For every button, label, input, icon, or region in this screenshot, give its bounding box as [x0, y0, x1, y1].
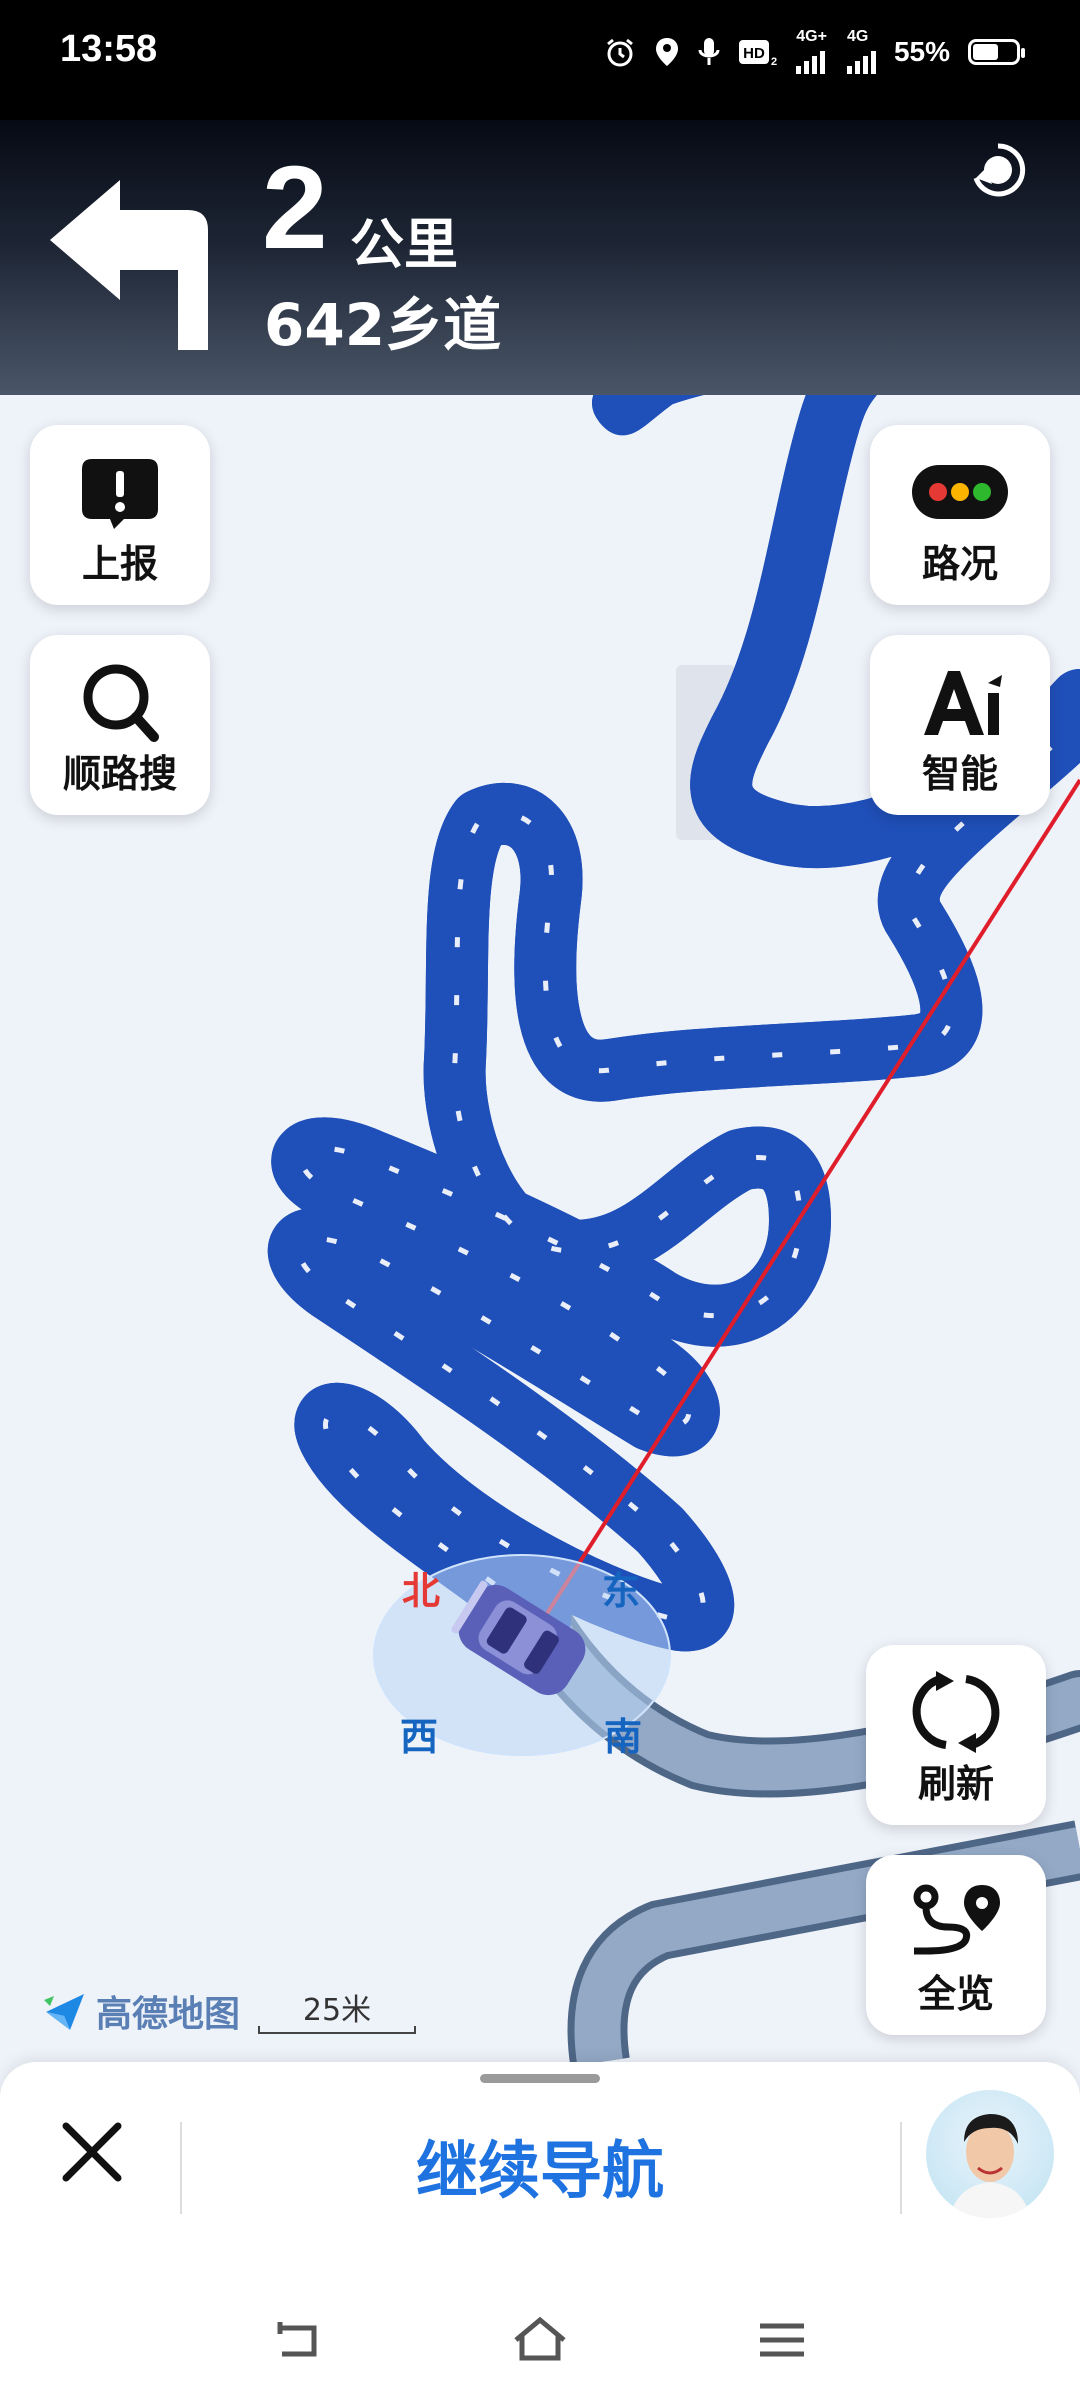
refresh-label: 刷新	[917, 1762, 994, 1806]
traffic-button[interactable]: 路况	[870, 425, 1050, 605]
network-type-1: 4G+	[796, 28, 827, 45]
amap-logo-text: 高德地图	[96, 1994, 241, 2035]
turn-left-icon	[50, 180, 208, 350]
ai-icon	[924, 671, 1002, 735]
status-bar: 13:58 HD 2 4G+ 4G 55%	[0, 0, 1080, 120]
report-button[interactable]: 上报	[30, 425, 210, 605]
home-icon[interactable]	[510, 2310, 570, 2370]
bottom-panel: 继续导航	[0, 2062, 1080, 2400]
navigation-header[interactable]: 2 公里 642乡道	[0, 120, 1080, 395]
compass-west: 西	[400, 1715, 439, 1759]
signal-bars-1-icon	[796, 44, 829, 74]
voice-broadcast-icon[interactable]	[968, 138, 1028, 198]
amap-logo: 高德地图	[42, 1985, 240, 2037]
refresh-icon	[912, 1671, 1000, 1753]
divider-left	[180, 2122, 182, 2214]
route-overview-button[interactable]: 全览	[866, 1855, 1046, 2035]
search-icon	[83, 664, 159, 742]
signal-2: 4G	[846, 28, 876, 74]
compass-north: 北	[402, 1569, 441, 1613]
search-along-route-button[interactable]: 顺路搜	[30, 635, 210, 815]
signal-1: 4G+	[796, 28, 829, 74]
alarm-icon	[607, 38, 634, 67]
signal-bars-2-icon	[846, 44, 876, 74]
traffic-light-icon	[912, 465, 1008, 519]
svg-text:2: 2	[771, 56, 777, 67]
distance-value: 2	[262, 142, 328, 274]
distance-unit: 公里	[350, 213, 458, 276]
status-icons: HD 2 4G+ 4G 55%	[604, 28, 1025, 74]
continue-navigation-button[interactable]: 继续导航	[300, 2120, 780, 2210]
network-type-2: 4G	[846, 28, 869, 45]
ai-button[interactable]: 智能	[870, 635, 1050, 815]
back-icon[interactable]	[268, 2310, 328, 2370]
report-label: 上报	[81, 542, 158, 586]
amap-logo-icon	[44, 1994, 84, 2030]
search-along-route-label: 顺路搜	[62, 752, 177, 796]
battery-icon	[968, 39, 1025, 65]
hd-icon: HD 2	[739, 40, 777, 67]
status-time: 13:58	[60, 28, 158, 70]
road-name: 642乡道	[264, 291, 502, 359]
drag-handle[interactable]	[480, 2074, 600, 2083]
location-icon	[656, 38, 679, 66]
route-overview-icon	[913, 1884, 1000, 1955]
avatar-portrait-icon	[950, 2114, 1030, 2218]
menu-icon[interactable]	[752, 2310, 812, 2370]
route-overview-label: 全览	[917, 1972, 994, 2016]
compass-south: 南	[604, 1715, 643, 1759]
refresh-button[interactable]: 刷新	[866, 1645, 1046, 1825]
ai-label: 智能	[921, 752, 998, 796]
traffic-label: 路况	[921, 542, 998, 586]
microphone-icon	[698, 38, 720, 65]
map-scale-label: 25米	[302, 1993, 372, 2028]
close-icon[interactable]	[52, 2112, 132, 2192]
svg-text:HD: HD	[743, 45, 765, 62]
report-icon	[82, 459, 158, 529]
divider-right	[900, 2122, 902, 2214]
compass-east: 东	[602, 1569, 641, 1613]
voice-avatar[interactable]	[926, 2090, 1054, 2218]
battery-percent: 55%	[893, 36, 950, 67]
map-scale-bar	[258, 2026, 416, 2034]
